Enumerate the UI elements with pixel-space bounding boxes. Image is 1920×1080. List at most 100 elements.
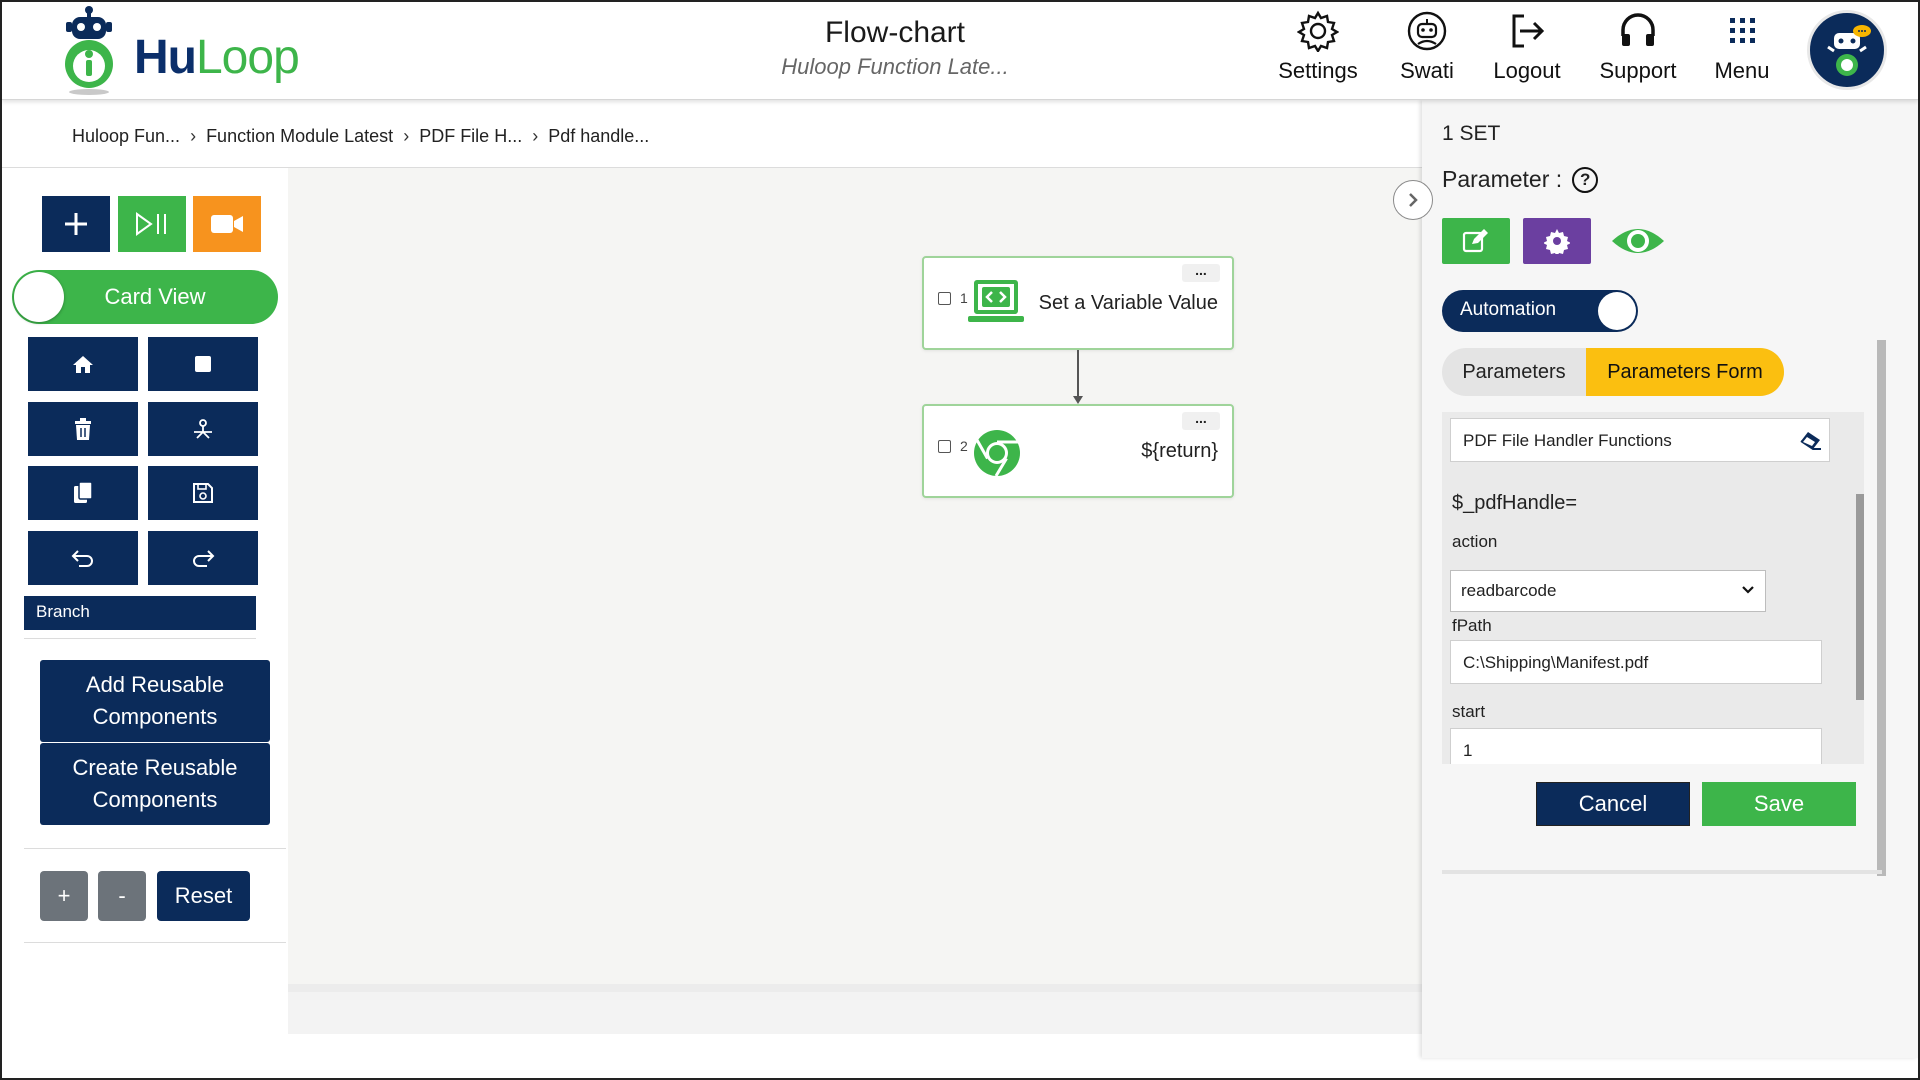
breadcrumb-item[interactable]: PDF File H...	[419, 126, 522, 147]
cancel-button[interactable]: Cancel	[1536, 782, 1690, 826]
nav-user-label: Swati	[1400, 58, 1454, 83]
nav-user[interactable]: Swati	[1382, 10, 1472, 84]
action-select[interactable]: readbarcode	[1450, 570, 1766, 612]
stop-button[interactable]	[148, 337, 258, 391]
zoom-in-button[interactable]: +	[40, 871, 88, 921]
parameter-label: Parameter :	[1442, 166, 1563, 192]
assistant-avatar[interactable]	[1807, 10, 1887, 90]
tab-parameters[interactable]: Parameters	[1442, 348, 1586, 396]
automation-toggle[interactable]: Automation	[1442, 290, 1638, 332]
toggle-knob	[1598, 292, 1636, 330]
copy-button[interactable]	[28, 466, 138, 520]
node-checkbox[interactable]	[938, 292, 951, 305]
node-label: Set a Variable Value	[1038, 292, 1218, 314]
chevron-right-icon	[1409, 193, 1418, 207]
delete-button[interactable]	[28, 402, 138, 456]
add-reusable-components-button[interactable]: Add Reusable Components	[40, 660, 270, 742]
branch-button[interactable]: Branch	[24, 596, 256, 630]
action-value: readbarcode	[1461, 581, 1557, 600]
save-button[interactable]: Save	[1702, 782, 1856, 826]
robot-logo-icon	[65, 6, 113, 95]
step-settings-button[interactable]	[1523, 218, 1591, 264]
nav-logout[interactable]: Logout	[1482, 10, 1572, 84]
automation-label: Automation	[1460, 299, 1557, 320]
copy-icon	[74, 481, 93, 503]
form-scrollbar[interactable]	[1856, 494, 1864, 700]
breadcrumb-item[interactable]: Function Module Latest	[206, 126, 393, 147]
redo-icon	[193, 550, 215, 567]
node-more-icon[interactable]: ...	[1182, 263, 1220, 282]
flow-arrange-icon	[194, 419, 212, 439]
function-name: PDF File Handler Functions	[1463, 431, 1672, 450]
nav-settings-label: Settings	[1278, 58, 1358, 83]
page-subtitle: Huloop Function Late...	[781, 54, 1009, 79]
nav-menu[interactable]: Menu	[1702, 10, 1782, 84]
fpath-label: fPath	[1452, 616, 1492, 635]
undo-icon	[71, 550, 93, 567]
canvas-footer	[288, 984, 1422, 1034]
video-camera-icon	[211, 215, 243, 233]
step-title: 1 SET	[1442, 122, 1501, 145]
card-view-toggle[interactable]: Card View	[12, 270, 278, 324]
parameters-form: PDF File Handler Functions $_pdfHandle= …	[1442, 412, 1864, 764]
chevron-right-icon: ›	[190, 126, 197, 146]
edit-icon	[1462, 229, 1488, 253]
plus-icon	[65, 213, 87, 235]
panel-scrollbar[interactable]	[1877, 340, 1886, 876]
record-button[interactable]	[193, 196, 261, 252]
help-icon[interactable]: ?	[1572, 166, 1599, 193]
play-pause-icon	[136, 212, 166, 236]
redo-button[interactable]	[148, 531, 258, 585]
fpath-input[interactable]: C:\Shipping\Manifest.pdf	[1450, 640, 1822, 684]
add-step-button[interactable]	[42, 196, 110, 252]
node-more-icon[interactable]: ...	[1182, 411, 1220, 430]
tab-parameters-form[interactable]: Parameters Form	[1586, 348, 1784, 396]
square-icon	[195, 356, 211, 372]
auto-arrange-button[interactable]	[148, 402, 258, 456]
flow-connector	[1073, 350, 1083, 404]
play-pause-button[interactable]	[118, 196, 186, 252]
node-number: 2	[960, 438, 968, 454]
card-view-label: Card View	[104, 284, 206, 309]
breadcrumb: Huloop Fun... › Function Module Latest › P…	[72, 126, 649, 147]
logo-text: HuLoop	[134, 31, 300, 84]
function-name-field[interactable]: PDF File Handler Functions	[1450, 418, 1830, 462]
flow-canvas[interactable]: 1 Set a Variable Value ... 2 ${return} .…	[288, 168, 1422, 984]
flow-node[interactable]: 2 ${return} ...	[922, 404, 1234, 498]
flow-node[interactable]: 1 Set a Variable Value ...	[922, 256, 1234, 350]
eraser-icon[interactable]	[1799, 429, 1823, 451]
divider	[24, 942, 286, 943]
edit-button[interactable]	[1442, 218, 1510, 264]
toggle-knob	[14, 272, 64, 322]
reset-button[interactable]: Reset	[157, 871, 250, 921]
zoom-out-button[interactable]: -	[98, 871, 146, 921]
variable-monitor-icon	[968, 280, 1024, 322]
nav-settings[interactable]: Settings	[1264, 10, 1372, 84]
chrome-icon	[974, 430, 1020, 477]
huloop-logo[interactable]: HuLoop	[54, 4, 314, 96]
app-window: HuLoop Flow-chart Huloop Function Late..…	[0, 0, 1920, 1080]
divider	[24, 848, 286, 849]
preview-button[interactable]	[1604, 218, 1672, 264]
nav-support[interactable]: Support	[1586, 10, 1690, 84]
parameter-heading: Parameter : ?	[1442, 166, 1599, 193]
eye-icon	[1612, 229, 1664, 253]
parameter-tabs: Parameters Parameters Form	[1442, 348, 1784, 396]
create-reusable-components-button[interactable]: Create Reusable Components	[40, 743, 270, 825]
node-checkbox[interactable]	[938, 440, 951, 453]
chevron-down-icon	[1742, 586, 1754, 594]
breadcrumb-item[interactable]: Huloop Fun...	[72, 126, 180, 147]
chevron-right-icon: ›	[403, 126, 410, 146]
gear-icon	[1544, 229, 1570, 254]
top-header: HuLoop Flow-chart Huloop Function Late..…	[2, 2, 1918, 100]
home-button[interactable]	[28, 337, 138, 391]
grid-menu-icon	[1730, 18, 1755, 43]
start-input[interactable]: 1	[1450, 728, 1822, 764]
page-title: Flow-chart	[824, 16, 966, 49]
gear-icon	[1297, 10, 1339, 52]
undo-button[interactable]	[28, 531, 138, 585]
collapse-panel-button[interactable]	[1393, 180, 1433, 220]
save-flow-button[interactable]	[148, 466, 258, 520]
divider	[1442, 870, 1882, 874]
breadcrumb-item[interactable]: Pdf handle...	[548, 126, 649, 147]
